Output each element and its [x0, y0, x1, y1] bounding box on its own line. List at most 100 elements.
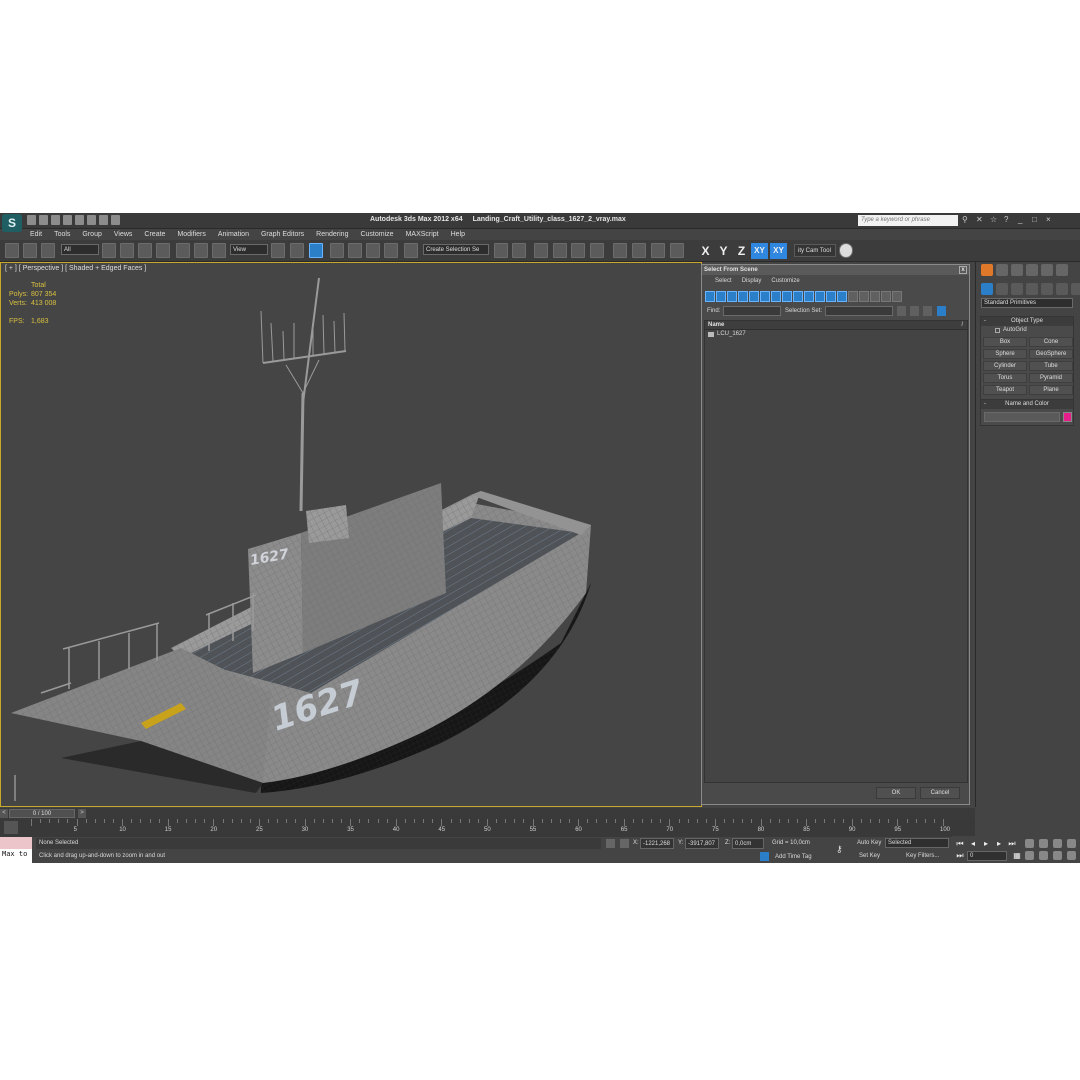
previous-key-icon[interactable]: ◂: [968, 839, 978, 848]
help-search-input[interactable]: Type a keyword or phrase: [858, 215, 958, 226]
menu-customize[interactable]: Customize: [354, 229, 399, 240]
filter-shapes-icon[interactable]: [716, 291, 726, 302]
filter-hidden-icon[interactable]: [826, 291, 836, 302]
object-type-header[interactable]: - Object Type: [981, 317, 1073, 326]
go-to-start-icon[interactable]: ⏮: [955, 839, 965, 848]
orbit-icon[interactable]: [1053, 851, 1062, 860]
window-crossing-icon[interactable]: [156, 243, 170, 258]
material-editor-icon[interactable]: [613, 243, 627, 258]
perspective-viewport[interactable]: [ + ] [ Perspective ] [ Shaded + Edged F…: [0, 262, 702, 807]
current-frame-field[interactable]: 0: [967, 851, 1007, 861]
create-torus-button[interactable]: Torus: [983, 373, 1027, 383]
rectangular-selection-icon[interactable]: [138, 243, 152, 258]
layer-manager-icon[interactable]: [534, 243, 548, 258]
key-filters-button[interactable]: Key Filters...: [906, 853, 939, 859]
next-key-icon[interactable]: ▸: [994, 839, 1004, 848]
go-to-end-icon[interactable]: ⏭: [1007, 839, 1017, 848]
cam-tool-dropdown[interactable]: ity Cam Tool: [794, 244, 836, 257]
edit-named-selection-icon[interactable]: [404, 243, 418, 258]
create-teapot-button[interactable]: Teapot: [983, 385, 1027, 395]
menu-create[interactable]: Create: [138, 229, 171, 240]
time-slider[interactable]: < 0 / 100 >: [0, 808, 975, 819]
motion-tab-icon[interactable]: [1026, 264, 1038, 276]
undo-icon[interactable]: [63, 215, 72, 225]
select-all-icon[interactable]: [848, 291, 858, 302]
dialog-menu-display[interactable]: Display: [737, 276, 767, 286]
menu-modifiers[interactable]: Modifiers: [171, 229, 211, 240]
graphite-toolbar-icon[interactable]: [553, 243, 567, 258]
zoom-all-icon[interactable]: [1039, 839, 1048, 848]
filter-all-icon[interactable]: [837, 291, 847, 302]
time-configuration-icon[interactable]: ▦: [1012, 851, 1022, 860]
project-folder-icon[interactable]: [111, 215, 120, 225]
object-color-swatch[interactable]: [1063, 412, 1072, 422]
hold-icon[interactable]: [87, 215, 96, 225]
zoom-icon[interactable]: [1025, 839, 1034, 848]
menu-help[interactable]: Help: [445, 229, 471, 240]
close-icon[interactable]: ×: [1046, 215, 1054, 225]
star-icon[interactable]: ☆: [990, 215, 998, 225]
render-production-icon[interactable]: [670, 243, 684, 258]
keyboard-shortcut-override-icon[interactable]: [309, 243, 323, 258]
selection-set-dropdown[interactable]: [825, 306, 893, 316]
space-warps-icon[interactable]: [1056, 283, 1068, 295]
align-icon[interactable]: [512, 243, 526, 258]
track-bar[interactable]: 5 10 15 20 25 30 35 40 45 50 55 60 65 70 75 80 85 90 95 100: [0, 819, 975, 837]
menu-graph-editors[interactable]: Graph Editors: [255, 229, 310, 240]
select-manipulate-icon[interactable]: [290, 243, 304, 258]
find-input[interactable]: [723, 306, 781, 316]
snaps-toggle-icon[interactable]: [330, 243, 344, 258]
search-icon[interactable]: ⚲: [962, 215, 970, 225]
dialog-close-button[interactable]: x: [959, 266, 967, 274]
create-tab-icon[interactable]: [981, 264, 993, 276]
maximize-viewport-icon[interactable]: [1067, 851, 1076, 860]
sel-set-tool-1-icon[interactable]: [897, 306, 906, 316]
previous-frame-arrow[interactable]: <: [0, 809, 8, 818]
pan-icon[interactable]: [1039, 851, 1048, 860]
sel-set-tool-3-icon[interactable]: [923, 306, 932, 316]
frame-ruler[interactable]: 5 10 15 20 25 30 35 40 45 50 55 60 65 70 75 80 85 90 95 100: [31, 819, 951, 837]
save-file-icon[interactable]: [51, 215, 60, 225]
object-name-field[interactable]: [984, 412, 1060, 422]
rendered-frame-window-icon[interactable]: [651, 243, 665, 258]
display-tab-icon[interactable]: [1041, 264, 1053, 276]
schematic-view-icon[interactable]: [590, 243, 604, 258]
systems-icon[interactable]: [1071, 283, 1080, 295]
render-setup-icon[interactable]: [632, 243, 646, 258]
filter-containers-icon[interactable]: [804, 291, 814, 302]
curve-editor-icon[interactable]: [571, 243, 585, 258]
axis-x-button[interactable]: X: [697, 243, 714, 259]
play-icon[interactable]: ▸: [981, 839, 991, 848]
hierarchy-tab-icon[interactable]: [1011, 264, 1023, 276]
y-coordinate-field[interactable]: -3917,807: [685, 838, 719, 849]
menu-views[interactable]: Views: [108, 229, 139, 240]
pivot-center-icon[interactable]: [271, 243, 285, 258]
modify-tab-icon[interactable]: [996, 264, 1008, 276]
vray-logo-icon[interactable]: [839, 243, 853, 258]
named-selection-set-dropdown[interactable]: Create Selection Se: [423, 244, 489, 255]
filter-geometry-icon[interactable]: [705, 291, 715, 302]
add-time-tag-button[interactable]: Add Time Tag: [775, 854, 812, 860]
filter-helpers-icon[interactable]: [749, 291, 759, 302]
axis-y-button[interactable]: Y: [715, 243, 732, 259]
selection-filter-dropdown[interactable]: All: [61, 244, 99, 255]
create-tube-button[interactable]: Tube: [1029, 361, 1073, 371]
maxscript-listener[interactable]: Max to: [0, 837, 32, 863]
ok-button[interactable]: OK: [876, 787, 916, 799]
list-item[interactable]: LCU_1627: [705, 330, 967, 339]
menu-rendering[interactable]: Rendering: [310, 229, 354, 240]
select-none-icon[interactable]: [859, 291, 869, 302]
menu-group[interactable]: Group: [76, 229, 107, 240]
create-pyramid-button[interactable]: Pyramid: [1029, 373, 1073, 383]
link-icon[interactable]: [5, 243, 19, 258]
new-file-icon[interactable]: [27, 215, 36, 225]
absolute-mode-icon[interactable]: [620, 839, 629, 848]
primitive-category-dropdown[interactable]: Standard Primitives: [981, 298, 1073, 308]
lights-icon[interactable]: [1011, 283, 1023, 295]
menu-maxscript[interactable]: MAXScript: [400, 229, 445, 240]
landing-craft-model[interactable]: 1627 1627: [1, 263, 701, 806]
fetch-icon[interactable]: [99, 215, 108, 225]
filter-bones-icon[interactable]: [793, 291, 803, 302]
bind-space-warp-icon[interactable]: [41, 243, 55, 258]
select-by-name-icon[interactable]: [120, 243, 134, 258]
